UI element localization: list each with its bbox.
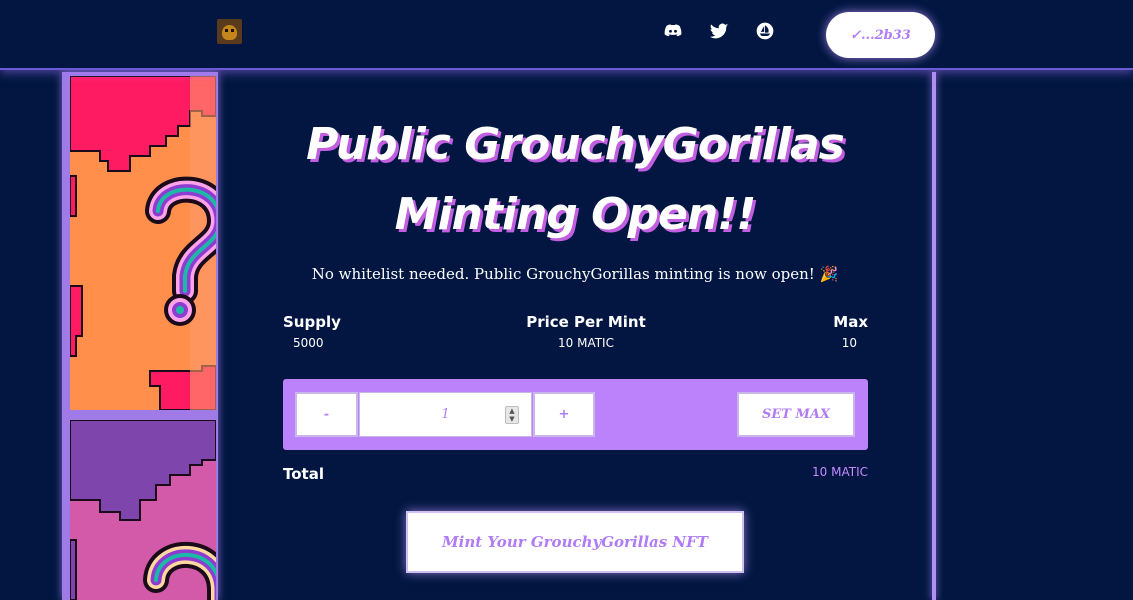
question-mark-art-purple (70, 420, 216, 600)
quantity-spinner[interactable]: ▲ ▼ (505, 406, 519, 424)
max-label: Max (833, 313, 868, 331)
gorilla-logo-icon[interactable] (217, 19, 242, 44)
content-border-line (932, 72, 936, 600)
decrement-button[interactable]: - (295, 392, 358, 437)
wallet-button[interactable]: ✓...2b33 (826, 12, 935, 58)
supply-value: 5000 (293, 336, 324, 350)
increment-button[interactable]: + (533, 392, 595, 437)
price-label: Price Per Mint (526, 313, 646, 331)
header: ✓...2b33 (0, 0, 1133, 70)
supply-label: Supply (283, 313, 341, 331)
title-line-2: Minting Open!! (394, 189, 757, 240)
price-value: 10 MATIC (558, 336, 614, 350)
title-line-1: Public GrouchyGorillas (306, 119, 845, 170)
max-value: 10 (841, 336, 857, 350)
total-value: 10 MATIC (812, 465, 868, 479)
opensea-icon[interactable] (755, 21, 775, 41)
total-label: Total (283, 465, 324, 483)
discord-icon[interactable] (663, 21, 683, 41)
set-max-button[interactable]: SET MAX (737, 392, 855, 437)
subtitle: No whitelist needed. Public GrouchyGoril… (311, 265, 839, 283)
twitter-icon[interactable] (709, 21, 729, 41)
page-title: Public GrouchyGorillas Minting Open!! (262, 110, 888, 250)
quantity-input[interactable]: 1 ▲ ▼ (359, 392, 532, 437)
quantity-value: 1 (441, 407, 450, 422)
mint-controls-panel: - 1 ▲ ▼ + SET MAX (283, 379, 868, 450)
question-mark-art-orange (70, 76, 216, 410)
mint-button[interactable]: Mint Your GrouchyGorillas NFT (406, 511, 744, 573)
